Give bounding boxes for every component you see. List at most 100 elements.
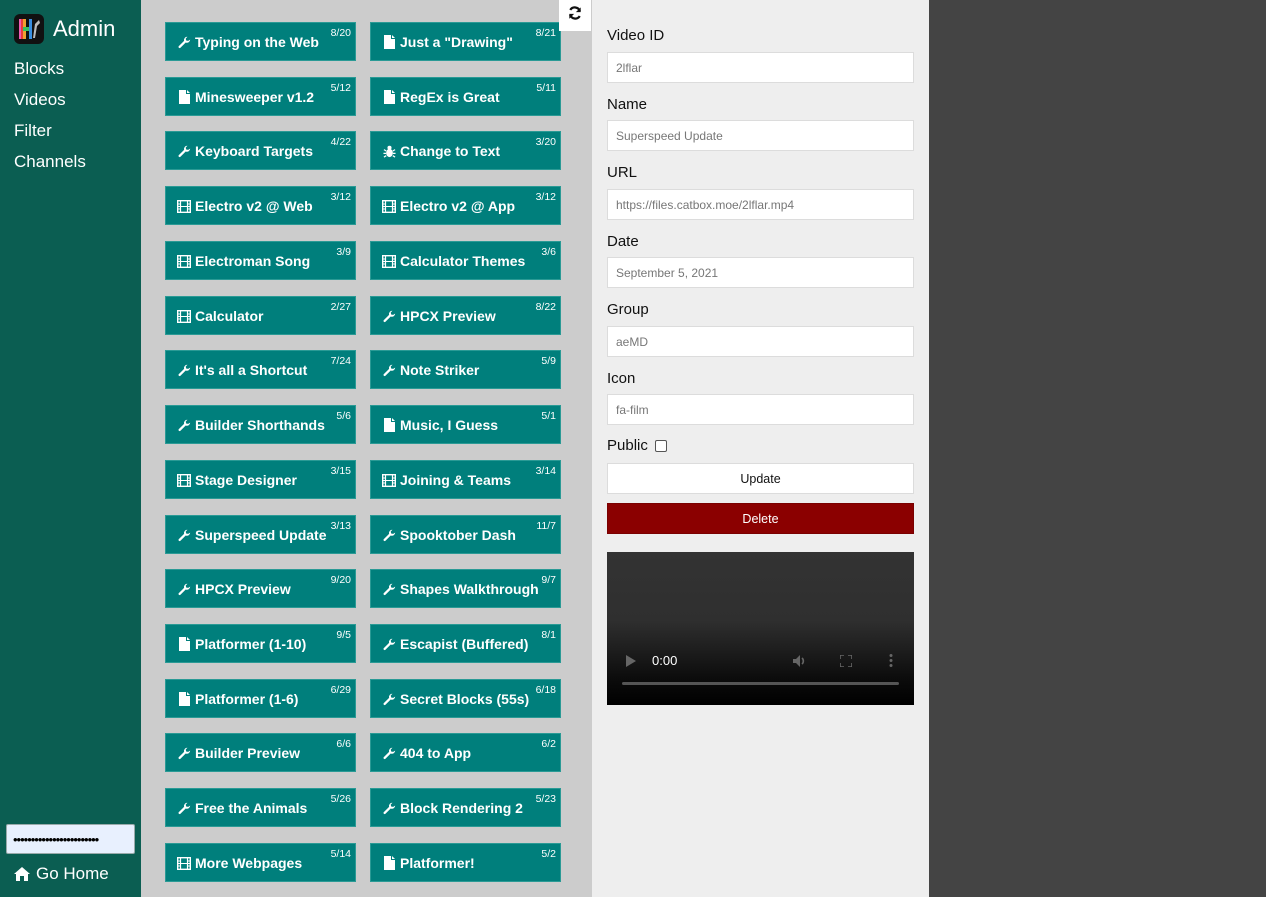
group-input[interactable] bbox=[607, 326, 914, 357]
video-progress-bar[interactable] bbox=[622, 682, 899, 685]
video-card[interactable]: Platformer (1-10) 9/5 bbox=[165, 624, 356, 663]
file-icon bbox=[382, 856, 396, 870]
name-input[interactable] bbox=[607, 120, 914, 151]
video-card-title: Builder Shorthands bbox=[177, 417, 325, 433]
date-label: Date bbox=[607, 233, 639, 250]
video-card[interactable]: More Webpages 5/14 bbox=[165, 843, 356, 882]
name-label: Name bbox=[607, 96, 648, 113]
update-button[interactable]: Update bbox=[607, 463, 914, 494]
video-card-title: Typing on the Web bbox=[177, 34, 319, 50]
password-input[interactable] bbox=[6, 824, 135, 854]
icon-input[interactable] bbox=[607, 394, 914, 425]
sidebar-item-channels[interactable]: Channels bbox=[14, 152, 86, 183]
video-card-title: Block Rendering 2 bbox=[382, 800, 523, 816]
video-card-count: 6/2 bbox=[541, 738, 556, 750]
video-card-label: Music, I Guess bbox=[400, 417, 499, 433]
wrench-icon bbox=[382, 310, 396, 323]
video-card[interactable]: Electro v2 @ Web 3/12 bbox=[165, 186, 356, 225]
more-options-icon[interactable] bbox=[889, 654, 893, 672]
wrench-icon bbox=[177, 802, 191, 815]
video-card[interactable]: Electroman Song 3/9 bbox=[165, 241, 356, 280]
video-card[interactable]: RegEx is Great 5/11 bbox=[370, 77, 561, 116]
video-card-label: Keyboard Targets bbox=[195, 143, 313, 159]
wrench-icon bbox=[177, 747, 191, 760]
video-card[interactable]: Free the Animals 5/26 bbox=[165, 788, 356, 827]
video-card[interactable]: HPCX Preview 8/22 bbox=[370, 296, 561, 335]
video-id-input[interactable] bbox=[607, 52, 914, 83]
video-card[interactable]: Joining & Teams 3/14 bbox=[370, 460, 561, 499]
video-card[interactable]: HPCX Preview 9/20 bbox=[165, 569, 356, 608]
video-card-count: 3/12 bbox=[330, 191, 351, 203]
video-card-count: 3/12 bbox=[535, 191, 556, 203]
video-card[interactable]: Calculator Themes 3/6 bbox=[370, 241, 561, 280]
video-card[interactable]: Change to Text 3/20 bbox=[370, 131, 561, 170]
video-card-label: Electroman Song bbox=[195, 253, 311, 269]
video-card-count: 9/5 bbox=[336, 629, 351, 641]
video-card[interactable]: Note Striker 5/9 bbox=[370, 350, 561, 389]
home-icon bbox=[14, 867, 30, 881]
delete-button[interactable]: Delete bbox=[607, 503, 914, 534]
video-card-title: Electro v2 @ App bbox=[382, 198, 515, 214]
wrench-icon bbox=[382, 583, 396, 596]
video-card[interactable]: Spooktober Dash 11/7 bbox=[370, 515, 561, 554]
video-card[interactable]: Calculator 2/27 bbox=[165, 296, 356, 335]
url-input[interactable] bbox=[607, 189, 914, 220]
video-card-count: 9/7 bbox=[541, 574, 556, 586]
refresh-button[interactable] bbox=[559, 0, 591, 31]
video-card-count: 9/20 bbox=[330, 574, 351, 586]
video-card-title: Platformer (1-10) bbox=[177, 636, 306, 652]
go-home-link[interactable]: Go Home bbox=[14, 864, 109, 884]
fullscreen-icon[interactable] bbox=[839, 654, 853, 672]
video-card-title: RegEx is Great bbox=[382, 89, 500, 105]
sidebar-item-filter[interactable]: Filter bbox=[14, 121, 86, 152]
volume-icon[interactable] bbox=[793, 654, 807, 672]
video-card[interactable]: Typing on the Web 8/20 bbox=[165, 22, 356, 61]
video-card-label: Stage Designer bbox=[195, 472, 297, 488]
video-card-label: Block Rendering 2 bbox=[400, 800, 523, 816]
brand[interactable]: Admin bbox=[14, 14, 115, 44]
video-card[interactable]: Minesweeper v1.2 5/12 bbox=[165, 77, 356, 116]
video-card-title: More Webpages bbox=[177, 855, 302, 871]
video-card[interactable]: Platformer! 5/2 bbox=[370, 843, 561, 882]
public-label: Public bbox=[607, 437, 648, 454]
video-card-title: Escapist (Buffered) bbox=[382, 636, 528, 652]
video-card[interactable]: Block Rendering 2 5/23 bbox=[370, 788, 561, 827]
play-icon[interactable] bbox=[626, 654, 636, 672]
video-card-title: Stage Designer bbox=[177, 472, 297, 488]
film-icon bbox=[382, 254, 396, 268]
video-card[interactable]: Shapes Walkthrough 9/7 bbox=[370, 569, 561, 608]
video-card[interactable]: Electro v2 @ App 3/12 bbox=[370, 186, 561, 225]
sidebar-item-blocks[interactable]: Blocks bbox=[14, 59, 86, 90]
video-card-count: 3/15 bbox=[330, 465, 351, 477]
file-icon bbox=[177, 692, 191, 706]
video-card-title: Change to Text bbox=[382, 143, 500, 159]
video-card-label: 404 to App bbox=[400, 745, 472, 761]
video-card[interactable]: Builder Shorthands 5/6 bbox=[165, 405, 356, 444]
video-card[interactable]: Secret Blocks (55s) 6/18 bbox=[370, 679, 561, 718]
video-card[interactable]: Platformer (1-6) 6/29 bbox=[165, 679, 356, 718]
video-card-label: Calculator Themes bbox=[400, 253, 526, 269]
wrench-icon bbox=[177, 419, 191, 432]
video-card[interactable]: Builder Preview 6/6 bbox=[165, 733, 356, 772]
video-card-label: Change to Text bbox=[400, 143, 501, 159]
video-card[interactable]: 404 to App 6/2 bbox=[370, 733, 561, 772]
video-card[interactable]: Escapist (Buffered) 8/1 bbox=[370, 624, 561, 663]
video-player[interactable]: 0:00 bbox=[607, 552, 914, 705]
date-input[interactable] bbox=[607, 257, 914, 288]
video-card[interactable]: Stage Designer 3/15 bbox=[165, 460, 356, 499]
video-card[interactable]: It's all a Shortcut 7/24 bbox=[165, 350, 356, 389]
sidebar-item-videos[interactable]: Videos bbox=[14, 90, 86, 121]
video-card-count: 8/1 bbox=[541, 629, 556, 641]
video-card[interactable]: Just a "Drawing" 8/21 bbox=[370, 22, 561, 61]
video-card-count: 7/24 bbox=[330, 355, 351, 367]
video-card-label: Superspeed Update bbox=[195, 527, 327, 543]
sidebar: Admin Blocks Videos Filter Channels Go H… bbox=[0, 0, 141, 897]
video-card[interactable]: Keyboard Targets 4/22 bbox=[165, 131, 356, 170]
video-card-count: 6/18 bbox=[535, 684, 556, 696]
video-card-count: 5/6 bbox=[336, 410, 351, 422]
video-card[interactable]: Superspeed Update 3/13 bbox=[165, 515, 356, 554]
video-card-title: Electro v2 @ Web bbox=[177, 198, 313, 214]
video-card[interactable]: Music, I Guess 5/1 bbox=[370, 405, 561, 444]
url-label: URL bbox=[607, 164, 638, 181]
public-checkbox[interactable] bbox=[654, 439, 667, 452]
